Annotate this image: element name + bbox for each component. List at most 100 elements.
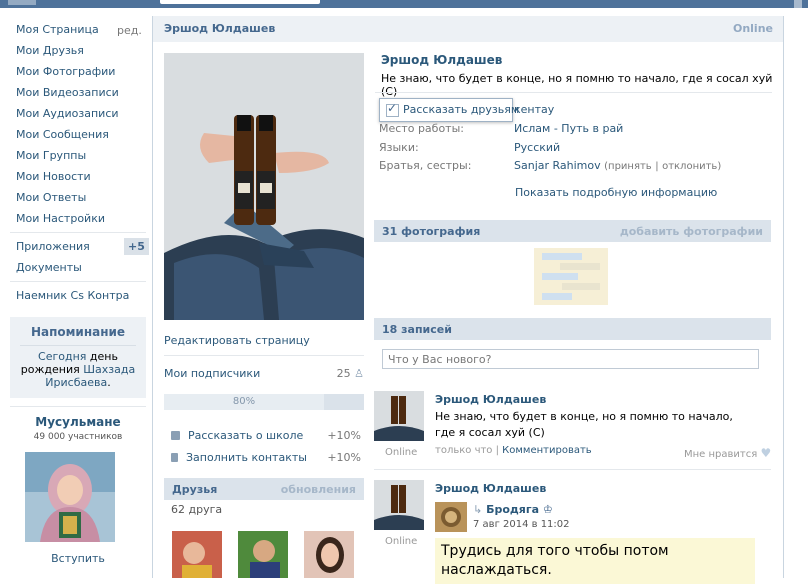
wall-post-input[interactable]: Что у Вас нового?	[382, 349, 759, 369]
nav-settings[interactable]: Мои Настройки	[16, 209, 105, 229]
tell-school-link[interactable]: Рассказать о школе +10%	[171, 429, 361, 442]
divider	[374, 469, 771, 470]
top-bar	[0, 0, 808, 8]
profile-header: Эршод Юлдашев Online	[153, 16, 783, 42]
friends-title: Друзья	[172, 483, 218, 496]
group-image[interactable]	[25, 452, 115, 542]
like-button[interactable]: Мне нравится ♥	[684, 446, 771, 460]
photos-title: 31 фотография	[382, 225, 481, 238]
post-author-name[interactable]: Эршод Юлдашев	[435, 393, 546, 406]
wall-title: 18 записей	[382, 323, 452, 336]
top-bar-right-icon[interactable]	[794, 0, 802, 8]
checkbox-checked-icon[interactable]	[386, 101, 399, 117]
nav-custom-app[interactable]: Наемник Cs Контра	[16, 286, 129, 306]
repost-quote-image[interactable]: Трудись для того чтобы потом наслаждатьс…	[435, 538, 755, 584]
repost-source-avatar[interactable]	[435, 502, 467, 532]
nav-edit-link[interactable]: ред.	[117, 24, 142, 37]
sibling-link[interactable]: Sanjar Rahimov	[514, 159, 601, 172]
nav-my-page[interactable]: Моя Страница	[16, 20, 99, 40]
vk-logo[interactable]	[8, 0, 36, 5]
profile-page: Эршод Юлдашев Online Редактировать стран…	[152, 16, 784, 584]
friends-updates-link[interactable]: обновления	[281, 483, 356, 496]
comment-link[interactable]: Комментировать	[502, 445, 592, 456]
add-photos-link[interactable]: добавить фотографии	[620, 225, 763, 238]
quote-text: Трудись для того чтобы потом наслаждатьс…	[441, 543, 669, 578]
info-work-value[interactable]: Ислам - Путь в рай	[514, 122, 623, 135]
school-icon	[171, 431, 180, 440]
nav-news[interactable]: Мои Новости	[16, 167, 91, 187]
online-status: Online	[732, 22, 773, 35]
friend-avatar[interactable]	[172, 531, 222, 578]
show-more-info-link[interactable]: Показать подробную информацию	[515, 186, 717, 199]
nav-answers[interactable]: Мои Ответы	[16, 188, 86, 208]
photos-section-header[interactable]: 31 фотография добавить фотографии	[374, 220, 771, 242]
divider	[164, 355, 364, 356]
post-meta: только что | Комментировать	[435, 445, 592, 456]
reminder-title: Напоминание	[30, 325, 126, 339]
reminder-birthday: рождения	[20, 363, 80, 376]
subscribers-count-value: 25	[336, 367, 351, 380]
post-text: Не знаю, что будет в конце, но я помню т…	[435, 410, 733, 439]
info-lang-label: Языки:	[379, 141, 419, 154]
friend-avatar[interactable]	[304, 531, 354, 578]
nav-divider	[10, 232, 146, 233]
repost-date[interactable]: 7 авг 2014 в 11:02	[473, 519, 570, 530]
profile-name: Эршод Юлдашев	[381, 53, 503, 67]
profile-status[interactable]: Не знаю, что будет в конце, но я помню т…	[381, 72, 783, 98]
apps-count-badge[interactable]: +5	[124, 238, 149, 255]
reminder-dot: .	[107, 376, 111, 389]
nav-photos[interactable]: Мои Фотографии	[16, 62, 115, 82]
fill-contacts-bonus: +10%	[327, 451, 361, 464]
nav-apps[interactable]: Приложения	[16, 237, 90, 257]
accept-link[interactable]: (принять	[604, 161, 652, 172]
nav-videos[interactable]: Мои Видеозаписи	[16, 83, 119, 103]
reminder-text: Сегодня день рождения Шахзада Ирисбаева.	[10, 350, 146, 389]
info-city-value[interactable]: кентау	[514, 103, 554, 116]
search-field[interactable]	[160, 0, 320, 4]
friends-section-header[interactable]: Друзья обновления	[164, 478, 364, 500]
progress-fill: 80%	[164, 394, 324, 410]
nav-divider	[10, 281, 146, 282]
profile-photo[interactable]	[164, 53, 364, 320]
edit-page-link[interactable]: Редактировать страницу	[164, 334, 364, 347]
share-with-friends-checkbox[interactable]: Рассказать друзьям	[379, 98, 519, 122]
nav-groups[interactable]: Мои Группы	[16, 146, 86, 166]
wall-section-header: 18 записей	[374, 318, 771, 340]
reminder-today-link[interactable]: Сегодня	[38, 350, 86, 363]
post-time[interactable]: только что	[435, 445, 492, 456]
friends-count: 62 друга	[171, 503, 223, 516]
reminder-day: день	[89, 350, 118, 363]
group-members: 49 000 участников	[33, 432, 123, 442]
header-name: Эршод Юлдашев	[164, 22, 276, 35]
phone-icon	[171, 453, 178, 462]
subscribers-label: Мои подписчики	[164, 367, 261, 380]
nav-audio[interactable]: Мои Аудиозаписи	[16, 104, 119, 124]
photo-thumbnail[interactable]	[534, 248, 608, 305]
group-name[interactable]: Мусульмане	[10, 415, 146, 429]
subscribers-link[interactable]: Мои подписчики 25 ♙	[164, 367, 364, 380]
nav-messages[interactable]: Мои Сообщения	[16, 125, 109, 145]
info-siblings-label: Братья, сестры:	[379, 159, 472, 172]
tell-school-bonus: +10%	[327, 429, 361, 442]
nav-friends[interactable]: Мои Друзья	[16, 41, 84, 61]
like-label: Мне нравится	[684, 449, 758, 460]
separator: |	[655, 161, 659, 172]
fill-contacts-label: Заполнить контакты	[186, 451, 307, 464]
people-icon: ♙	[354, 367, 364, 380]
decline-link[interactable]: отклонить)	[662, 161, 721, 172]
tell-school-label: Рассказать о школе	[188, 429, 304, 442]
nav-documents[interactable]: Документы	[16, 258, 82, 278]
divider	[375, 92, 772, 93]
post-author-name[interactable]: Эршод Юлдашев	[435, 482, 546, 495]
group-join-button[interactable]: Вступить	[10, 552, 146, 565]
friend-avatar[interactable]	[238, 531, 288, 578]
fill-contacts-link[interactable]: Заполнить контакты +10%	[171, 451, 361, 464]
crown-icon: ♔	[542, 503, 553, 516]
post-author-avatar[interactable]	[374, 391, 424, 441]
info-lang-value[interactable]: Русский	[514, 141, 560, 154]
heart-icon: ♥	[760, 446, 772, 460]
post-author-avatar[interactable]	[374, 480, 424, 530]
info-siblings-value: Sanjar Rahimov (принять | отклонить)	[514, 159, 721, 172]
info-work-label: Место работы:	[379, 122, 464, 135]
repost-source[interactable]: ↳ Бродяга ♔	[473, 503, 553, 516]
